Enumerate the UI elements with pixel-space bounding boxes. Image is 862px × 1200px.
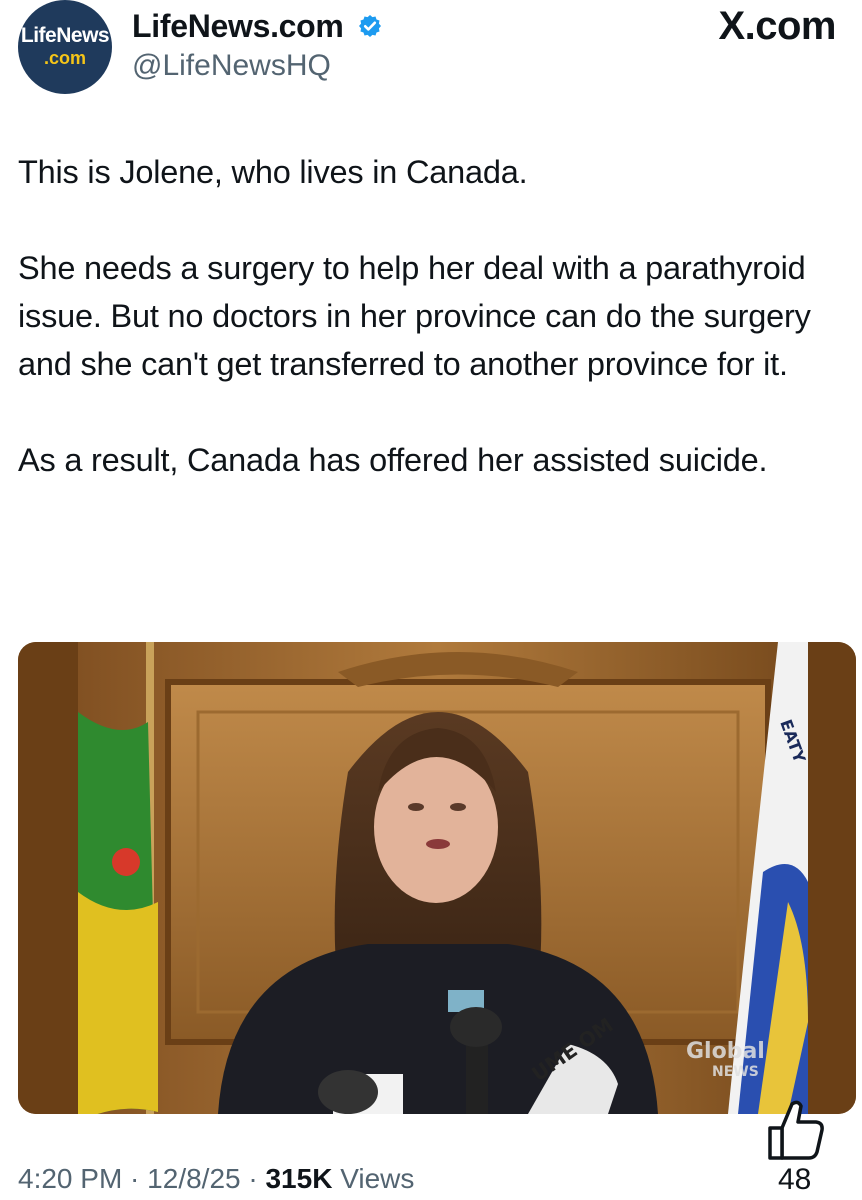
thumbs-up-icon[interactable] <box>762 1094 832 1164</box>
meta-separator: · <box>122 1163 148 1194</box>
tweet-date[interactable]: 12/8/25 <box>147 1163 240 1194</box>
tweet-time[interactable]: 4:20 PM <box>18 1163 122 1194</box>
tweet-text: This is Jolene, who lives in Canada. She… <box>18 154 811 478</box>
views-count: 315K <box>265 1163 333 1194</box>
avatar-logo-domain: .com <box>43 48 86 68</box>
press-conference-photo: EATY UME OM Global NEWS <box>18 642 856 1114</box>
verified-badge-icon <box>359 15 381 37</box>
like-count: 48 <box>778 1163 812 1196</box>
avatar[interactable]: LifeNews .com <box>18 0 112 94</box>
meta-separator-2: · <box>240 1163 266 1194</box>
display-name[interactable]: LifeNews.com <box>132 8 344 45</box>
views-label: Views <box>332 1163 415 1194</box>
avatar-logo-text: LifeNews <box>20 24 110 47</box>
watermark-line1: Global <box>686 1039 765 1064</box>
watermark-line2: NEWS <box>712 1064 759 1080</box>
user-handle[interactable]: @LifeNewsHQ <box>132 49 331 83</box>
tweet-media-image[interactable]: EATY UME OM Global NEWS <box>18 642 856 1114</box>
tweet-meta: 4:20 PM · 12/8/25 · 315K Views <box>18 1163 414 1195</box>
source-label: X.com <box>718 4 836 48</box>
